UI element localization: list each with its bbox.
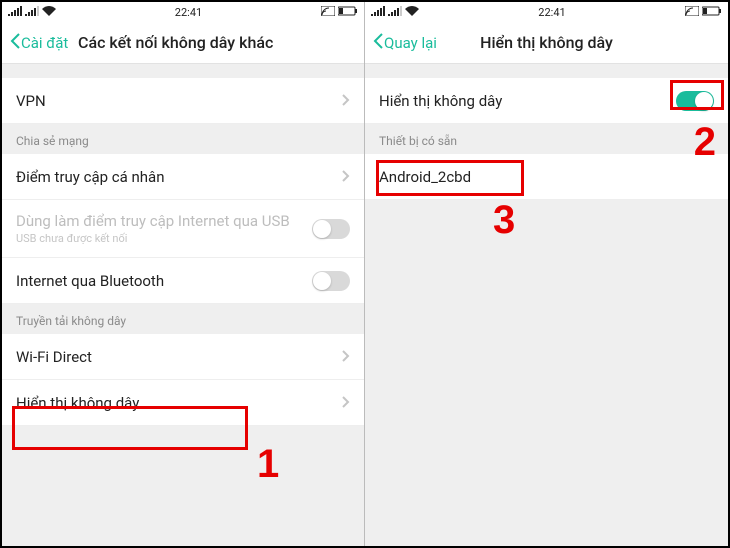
settings-list: VPN Chia sẻ mạng Điểm truy cập cá nhân D…: [2, 64, 364, 426]
section-header-wireless: Truyền tải không dây: [2, 304, 364, 334]
wifi-icon: [42, 6, 56, 19]
toggle-bluetooth-internet[interactable]: [312, 271, 350, 291]
row-label: Hiển thị không dây: [16, 394, 139, 412]
settings-list: Hiển thị không dây Thiết bị có sẵn Andro…: [365, 64, 728, 200]
chevron-right-icon: [342, 92, 350, 110]
row-label: Dùng làm điểm truy cập Internet qua USB: [16, 212, 290, 230]
back-label: Cài đặt: [21, 34, 68, 52]
chevron-right-icon: [342, 348, 350, 366]
row-wireless-display-toggle[interactable]: Hiển thị không dây: [365, 78, 728, 124]
row-personal-hotspot[interactable]: Điểm truy cập cá nhân: [2, 154, 364, 200]
back-button[interactable]: Quay lại: [373, 33, 437, 53]
signal-icon-2: [388, 6, 402, 19]
section-header-share: Chia sẻ mạng: [2, 124, 364, 154]
row-label: VPN: [16, 92, 46, 110]
battery-icon: [338, 6, 358, 19]
status-time: 22:41: [538, 6, 565, 19]
row-sublabel: USB chưa được kết nối: [16, 232, 290, 245]
signal-icon-2: [25, 6, 39, 19]
wifi-icon: [405, 6, 419, 19]
row-label: Wi-Fi Direct: [16, 348, 92, 366]
signal-icon: [8, 6, 22, 19]
toggle-usb-tether: [312, 219, 350, 239]
chevron-left-icon: [373, 33, 383, 53]
row-available-device[interactable]: Android_2cbd: [365, 154, 728, 200]
annotation-number-3: 3: [493, 198, 515, 243]
chevron-left-icon: [10, 33, 20, 53]
row-usb-tether: Dùng làm điểm truy cập Internet qua USB …: [2, 200, 364, 258]
status-time: 22:41: [175, 6, 202, 19]
nav-header: Quay lại Hiển thị không dây: [365, 22, 728, 64]
back-label: Quay lại: [384, 34, 437, 52]
row-wireless-display[interactable]: Hiển thị không dây: [2, 380, 364, 426]
section-header-devices: Thiết bị có sẵn: [365, 124, 728, 154]
phone-screen-right: 22:41 Quay lại Hiển thị không dây: [365, 2, 728, 546]
row-vpn[interactable]: VPN: [2, 78, 364, 124]
status-bar: 22:41: [365, 2, 728, 22]
device-name: Android_2cbd: [379, 168, 471, 186]
phone-screen-left: 22:41 Cài đặt Các kết nối không dây khác: [2, 2, 365, 546]
toggle-wireless-display[interactable]: [676, 91, 714, 111]
row-label: Điểm truy cập cá nhân: [16, 168, 165, 186]
status-bar: 22:41: [2, 2, 364, 22]
row-label: Hiển thị không dây: [379, 92, 502, 110]
signal-icon: [371, 6, 385, 19]
cast-icon: [321, 6, 335, 19]
back-button[interactable]: Cài đặt: [10, 33, 68, 53]
row-bluetooth-internet[interactable]: Internet qua Bluetooth: [2, 258, 364, 304]
annotation-number-1: 1: [257, 442, 279, 487]
row-label: Internet qua Bluetooth: [16, 272, 164, 290]
nav-header: Cài đặt Các kết nối không dây khác: [2, 22, 364, 64]
cast-icon: [685, 6, 699, 19]
chevron-right-icon: [342, 394, 350, 412]
chevron-right-icon: [342, 168, 350, 186]
row-wifi-direct[interactable]: Wi-Fi Direct: [2, 334, 364, 380]
battery-icon: [702, 6, 722, 19]
